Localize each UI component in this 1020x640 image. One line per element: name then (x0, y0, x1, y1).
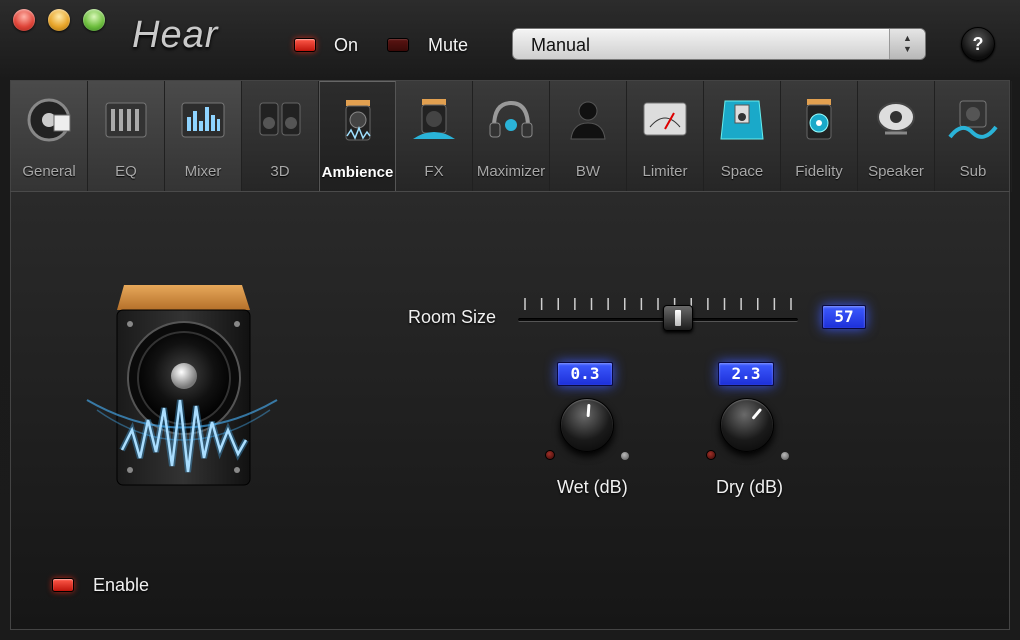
tab-speaker[interactable]: Speaker (858, 81, 935, 192)
tab-maximizer[interactable]: Maximizer (473, 81, 550, 192)
eq-sliders-icon (101, 95, 151, 145)
wet-knob-pointer (586, 403, 591, 418)
tab-3d[interactable]: 3D (242, 81, 319, 192)
tab-space[interactable]: Space (704, 81, 781, 192)
mute-label: Mute (428, 35, 469, 55)
power-label: On (334, 35, 359, 55)
mute-led-button[interactable] (387, 38, 409, 52)
dry-max-indicator (781, 452, 789, 460)
person-bust-icon (563, 95, 613, 145)
tab-label: BW (575, 163, 601, 180)
subwoofer-icon (948, 95, 998, 145)
tab-label: Space (720, 163, 764, 180)
dry-min-indicator (706, 450, 716, 460)
tab-limiter[interactable]: Limiter (627, 81, 704, 192)
help-button[interactable]: ? (961, 27, 995, 61)
tab-label: Mixer (184, 163, 222, 180)
ambience-speaker-icon (333, 96, 383, 146)
mixer-meter-icon (178, 95, 228, 145)
fx-speaker-icon (409, 95, 459, 145)
enable-label: Enable (93, 575, 150, 595)
fidelity-speaker-icon (794, 95, 844, 145)
close-window-button[interactable] (13, 9, 35, 31)
room-size-slider-track[interactable] (518, 318, 798, 322)
wet-min-indicator (545, 450, 555, 460)
preset-select-value: Manual (531, 35, 591, 55)
dry-label: Dry (dB) (716, 477, 783, 497)
hear-window: Hear On Mute Manual ▲ ▼ ? General EQ Mixer 3… (0, 0, 1020, 640)
ambience-speaker-icon (86, 285, 278, 486)
tab-mixer[interactable]: Mixer (165, 81, 242, 192)
tab-label: 3D (270, 163, 290, 180)
tab-general[interactable]: General (11, 81, 88, 192)
speaker-dial-icon (24, 95, 74, 145)
tab-strip: General EQ Mixer 3D Ambience FX Maximizer BW Lim… (10, 80, 1012, 193)
tab-eq[interactable]: EQ (88, 81, 165, 192)
room-size-ticks (524, 298, 792, 310)
dry-display: 2.3 (718, 362, 774, 386)
room-size-display: 57 (822, 305, 866, 329)
tab-sub[interactable]: Sub (935, 81, 1012, 192)
speakers-3d-icon (255, 95, 305, 145)
speaker-driver-icon (871, 95, 921, 145)
wet-label: Wet (dB) (557, 477, 628, 497)
tab-fidelity[interactable]: Fidelity (781, 81, 858, 192)
tab-label: Fidelity (795, 163, 843, 180)
headphones-icon (486, 95, 536, 145)
room-size-slider-thumb[interactable] (662, 305, 693, 331)
zoom-window-button[interactable] (83, 9, 105, 31)
tab-label: Ambience (321, 164, 394, 181)
updown-arrows-icon: ▲ ▼ (889, 29, 925, 59)
tab-fx[interactable]: FX (396, 81, 473, 192)
space-room-icon (717, 95, 767, 145)
tab-bw[interactable]: BW (550, 81, 627, 192)
wet-display: 0.3 (557, 362, 613, 386)
tab-label: Limiter (642, 163, 688, 180)
wet-knob[interactable] (560, 398, 614, 452)
tab-label: EQ (115, 163, 137, 180)
preset-select[interactable]: Manual ▲ ▼ (512, 28, 926, 60)
power-led-button[interactable] (294, 38, 316, 52)
room-size-label: Room Size (408, 307, 497, 327)
tab-label: Sub (959, 163, 987, 180)
tab-label: General (22, 163, 76, 180)
enable-led-button[interactable] (52, 578, 74, 592)
wet-max-indicator (621, 452, 629, 460)
dry-knob-pointer (751, 407, 763, 420)
tab-ambience[interactable]: Ambience (319, 81, 396, 193)
vu-meter-icon (640, 95, 690, 145)
minimize-window-button[interactable] (48, 9, 70, 31)
tab-label: FX (424, 163, 444, 180)
tab-label: Maximizer (476, 163, 546, 180)
app-title: Hear (132, 14, 219, 56)
tab-label: Speaker (868, 163, 924, 180)
dry-knob[interactable] (720, 398, 774, 452)
